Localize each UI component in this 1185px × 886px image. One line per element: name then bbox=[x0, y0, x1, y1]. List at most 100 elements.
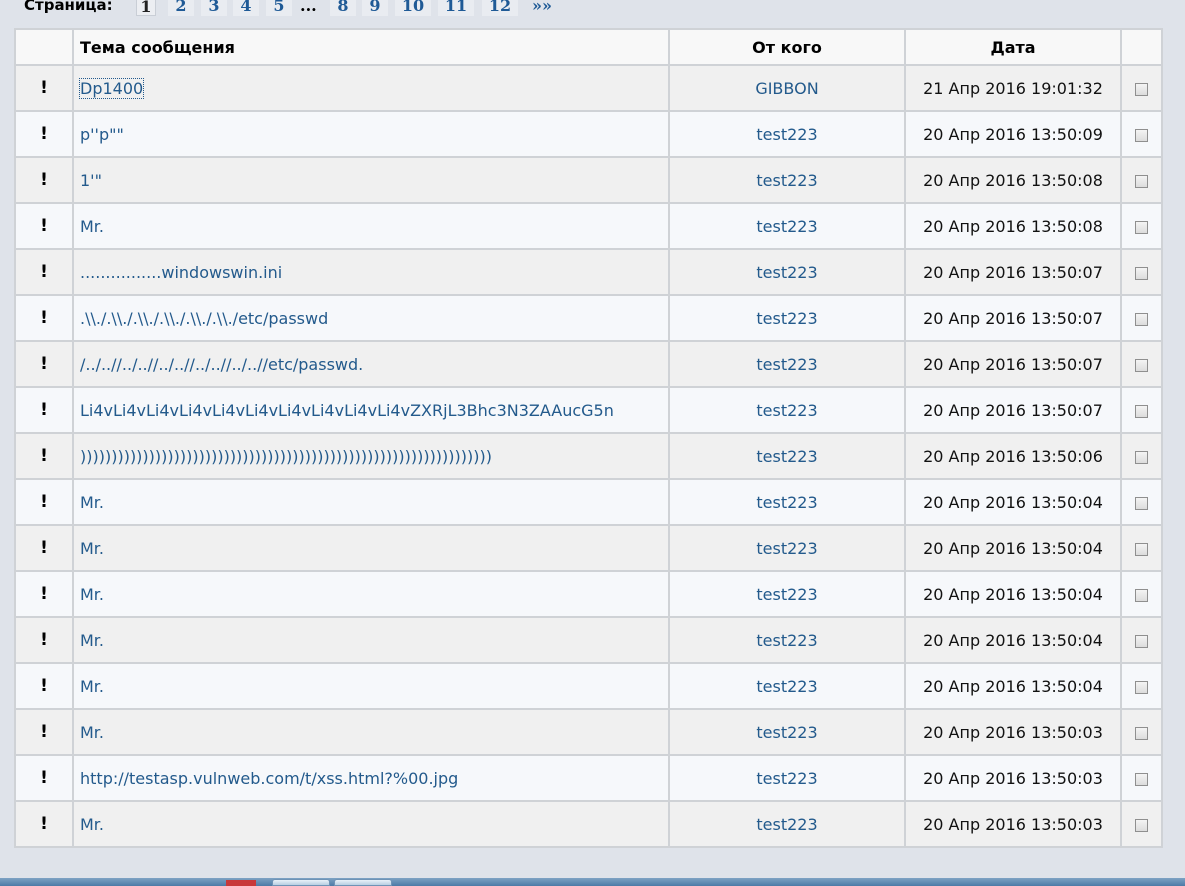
subject-cell: Mr. bbox=[72, 478, 670, 526]
page-link-4[interactable]: 4 bbox=[233, 0, 259, 16]
select-checkbox[interactable] bbox=[1135, 818, 1148, 832]
sender-link[interactable]: test223 bbox=[756, 493, 817, 512]
sender-link[interactable]: test223 bbox=[756, 677, 817, 696]
message-subject-link[interactable]: Mr. bbox=[80, 677, 104, 696]
table-row: ! Mr. test223 20 Апр 2016 13:50:04 bbox=[14, 616, 1163, 664]
table-row: ! Mr. test223 20 Апр 2016 13:50:04 bbox=[14, 662, 1163, 710]
message-subject-link[interactable]: Li4vLi4vLi4vLi4vLi4vLi4vLi4vLi4vLi4vLi4v… bbox=[80, 401, 614, 420]
table-row: ! Mr. test223 20 Апр 2016 13:50:04 bbox=[14, 524, 1163, 572]
page-link-11[interactable]: 11 bbox=[438, 0, 474, 16]
message-subject-link[interactable]: Mr. bbox=[80, 631, 104, 650]
pagination-label: Страница: bbox=[24, 0, 113, 14]
page-link-3[interactable]: 3 bbox=[201, 0, 227, 16]
sender-cell: test223 bbox=[668, 524, 906, 572]
sender-link[interactable]: test223 bbox=[756, 355, 817, 374]
message-subject-link[interactable]: 1'" bbox=[80, 171, 102, 190]
select-checkbox[interactable] bbox=[1135, 450, 1148, 464]
subject-column-header[interactable]: Тема сообщения bbox=[72, 28, 670, 66]
page-link-1[interactable]: 1 bbox=[136, 0, 156, 16]
sender-link[interactable]: test223 bbox=[756, 769, 817, 788]
message-subject-link[interactable]: Mr. bbox=[80, 585, 104, 604]
select-checkbox[interactable] bbox=[1135, 634, 1148, 648]
date-cell: 20 Апр 2016 13:50:04 bbox=[904, 524, 1122, 572]
table-row: ! Mr. test223 20 Апр 2016 13:50:03 bbox=[14, 800, 1163, 848]
sender-cell: test223 bbox=[668, 616, 906, 664]
sender-link[interactable]: test223 bbox=[756, 125, 817, 144]
message-subject-link[interactable]: Mr. bbox=[80, 493, 104, 512]
select-checkbox[interactable] bbox=[1135, 496, 1148, 510]
sender-link[interactable]: test223 bbox=[756, 815, 817, 834]
subject-cell: Mr. bbox=[72, 708, 670, 756]
select-checkbox[interactable] bbox=[1135, 174, 1148, 188]
select-checkbox[interactable] bbox=[1135, 220, 1148, 234]
taskbar-button[interactable] bbox=[334, 879, 392, 886]
message-subject-link[interactable]: Mr. bbox=[80, 217, 104, 236]
taskbar-app-icon[interactable] bbox=[226, 880, 256, 886]
message-subject-link[interactable]: Dp1400 bbox=[78, 77, 145, 99]
sender-link[interactable]: GIBBON bbox=[755, 79, 818, 98]
sender-link[interactable]: test223 bbox=[756, 171, 817, 190]
select-checkbox[interactable] bbox=[1135, 82, 1148, 96]
select-checkbox[interactable] bbox=[1135, 588, 1148, 602]
select-cell bbox=[1120, 340, 1163, 388]
page-link-9[interactable]: 9 bbox=[362, 0, 388, 16]
select-cell bbox=[1120, 64, 1163, 112]
message-subject-link[interactable]: ))))))))))))))))))))))))))))))))))))))))… bbox=[80, 447, 492, 466]
sender-cell: test223 bbox=[668, 754, 906, 802]
select-checkbox[interactable] bbox=[1135, 358, 1148, 372]
select-cell bbox=[1120, 708, 1163, 756]
select-checkbox[interactable] bbox=[1135, 404, 1148, 418]
sender-link[interactable]: test223 bbox=[756, 401, 817, 420]
sender-link[interactable]: test223 bbox=[756, 723, 817, 742]
select-checkbox[interactable] bbox=[1135, 772, 1148, 786]
important-flag: ! bbox=[14, 754, 74, 802]
sender-link[interactable]: test223 bbox=[756, 631, 817, 650]
subject-cell: 1'" bbox=[72, 156, 670, 204]
message-subject-link[interactable]: Mr. bbox=[80, 815, 104, 834]
important-flag: ! bbox=[14, 432, 74, 480]
message-subject-link[interactable]: /../..//../..//../..//../..//../..//etc/… bbox=[80, 355, 363, 374]
date-cell: 20 Апр 2016 13:50:07 bbox=[904, 248, 1122, 296]
sender-link[interactable]: test223 bbox=[756, 309, 817, 328]
flag-column-header bbox=[14, 28, 74, 66]
page-link-8[interactable]: 8 bbox=[330, 0, 356, 16]
important-flag: ! bbox=[14, 478, 74, 526]
from-column-header[interactable]: От кого bbox=[668, 28, 906, 66]
message-subject-link[interactable]: Mr. bbox=[80, 723, 104, 742]
table-row: ! Li4vLi4vLi4vLi4vLi4vLi4vLi4vLi4vLi4vLi4… bbox=[14, 386, 1163, 434]
table-row: ! p''p"" test223 20 Апр 2016 13:50:09 bbox=[14, 110, 1163, 158]
select-checkbox[interactable] bbox=[1135, 312, 1148, 326]
select-column-header bbox=[1120, 28, 1163, 66]
message-subject-link[interactable]: p''p"" bbox=[80, 125, 124, 144]
message-subject-link[interactable]: ................windowswin.ini bbox=[80, 263, 282, 282]
next-pages-link[interactable]: »» bbox=[526, 0, 558, 16]
taskbar-button[interactable] bbox=[272, 879, 330, 886]
select-checkbox[interactable] bbox=[1135, 542, 1148, 556]
sender-link[interactable]: test223 bbox=[756, 447, 817, 466]
important-flag: ! bbox=[14, 662, 74, 710]
message-subject-link[interactable]: .\\./.\\./.\\./.\\./.\\./.\\./etc/passwd bbox=[80, 309, 328, 328]
message-subject-link[interactable]: http://testasp.vulnweb.com/t/xss.html?%0… bbox=[80, 769, 458, 788]
page-link-10[interactable]: 10 bbox=[395, 0, 431, 16]
sender-link[interactable]: test223 bbox=[756, 263, 817, 282]
subject-cell: /../..//../..//../..//../..//../..//etc/… bbox=[72, 340, 670, 388]
message-subject-link[interactable]: Mr. bbox=[80, 539, 104, 558]
select-checkbox[interactable] bbox=[1135, 266, 1148, 280]
page-link-2[interactable]: 2 bbox=[168, 0, 194, 16]
select-cell bbox=[1120, 478, 1163, 526]
sender-link[interactable]: test223 bbox=[756, 217, 817, 236]
sender-link[interactable]: test223 bbox=[756, 585, 817, 604]
select-cell bbox=[1120, 432, 1163, 480]
select-cell bbox=[1120, 110, 1163, 158]
sender-link[interactable]: test223 bbox=[756, 539, 817, 558]
table-row: ! .\\./.\\./.\\./.\\./.\\./.\\./etc/passw… bbox=[14, 294, 1163, 342]
select-checkbox[interactable] bbox=[1135, 128, 1148, 142]
page-link-5[interactable]: 5 bbox=[266, 0, 292, 16]
select-cell bbox=[1120, 524, 1163, 572]
select-checkbox[interactable] bbox=[1135, 680, 1148, 694]
select-cell bbox=[1120, 248, 1163, 296]
date-cell: 20 Апр 2016 13:50:04 bbox=[904, 616, 1122, 664]
date-column-header[interactable]: Дата bbox=[904, 28, 1122, 66]
page-link-12[interactable]: 12 bbox=[482, 0, 518, 16]
select-checkbox[interactable] bbox=[1135, 726, 1148, 740]
